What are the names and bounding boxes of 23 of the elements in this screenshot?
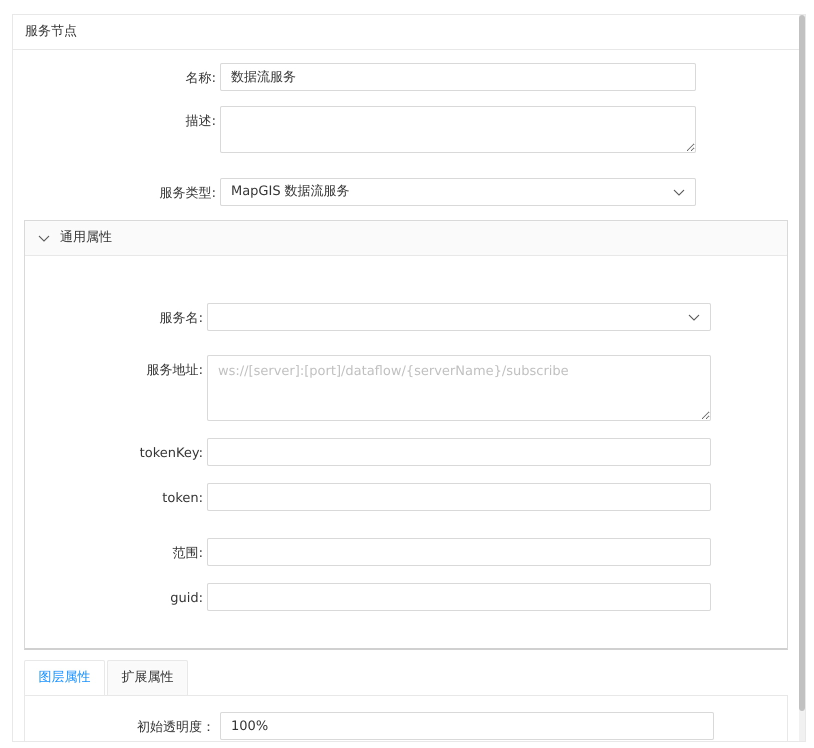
- field-label: 范围:: [172, 545, 203, 563]
- field-label: 名称:: [184, 70, 216, 88]
- field-label: 服务名:: [158, 310, 203, 328]
- panel-title: 服务节点: [25, 23, 77, 42]
- field-label: 服务类型:: [158, 185, 216, 203]
- field-label: guid:: [169, 590, 203, 608]
- field-label: 初始透明度：: [136, 719, 215, 737]
- input-field[interactable]: [207, 583, 711, 611]
- text-area[interactable]: ws://[server]:[port]/dataflow/{serverName}/subscribe: [207, 355, 711, 421]
- field-label: tokenKey:: [138, 445, 203, 463]
- input-field[interactable]: 100%: [220, 712, 714, 740]
- section-header[interactable]: 通用属性: [25, 221, 787, 256]
- input-field[interactable]: [207, 483, 711, 511]
- field-label: 描述:: [184, 113, 216, 131]
- field-label: 服务地址:: [146, 362, 203, 380]
- input-field[interactable]: [207, 538, 711, 566]
- input-field[interactable]: 数据流服务: [220, 63, 696, 91]
- dropdown-field[interactable]: [207, 303, 711, 331]
- tab[interactable]: 扩展属性: [107, 660, 188, 695]
- text-area[interactable]: [220, 106, 696, 153]
- dropdown-field[interactable]: MapGIS 数据流服务: [220, 178, 696, 206]
- input-field[interactable]: [207, 438, 711, 466]
- field-label: token:: [161, 490, 203, 508]
